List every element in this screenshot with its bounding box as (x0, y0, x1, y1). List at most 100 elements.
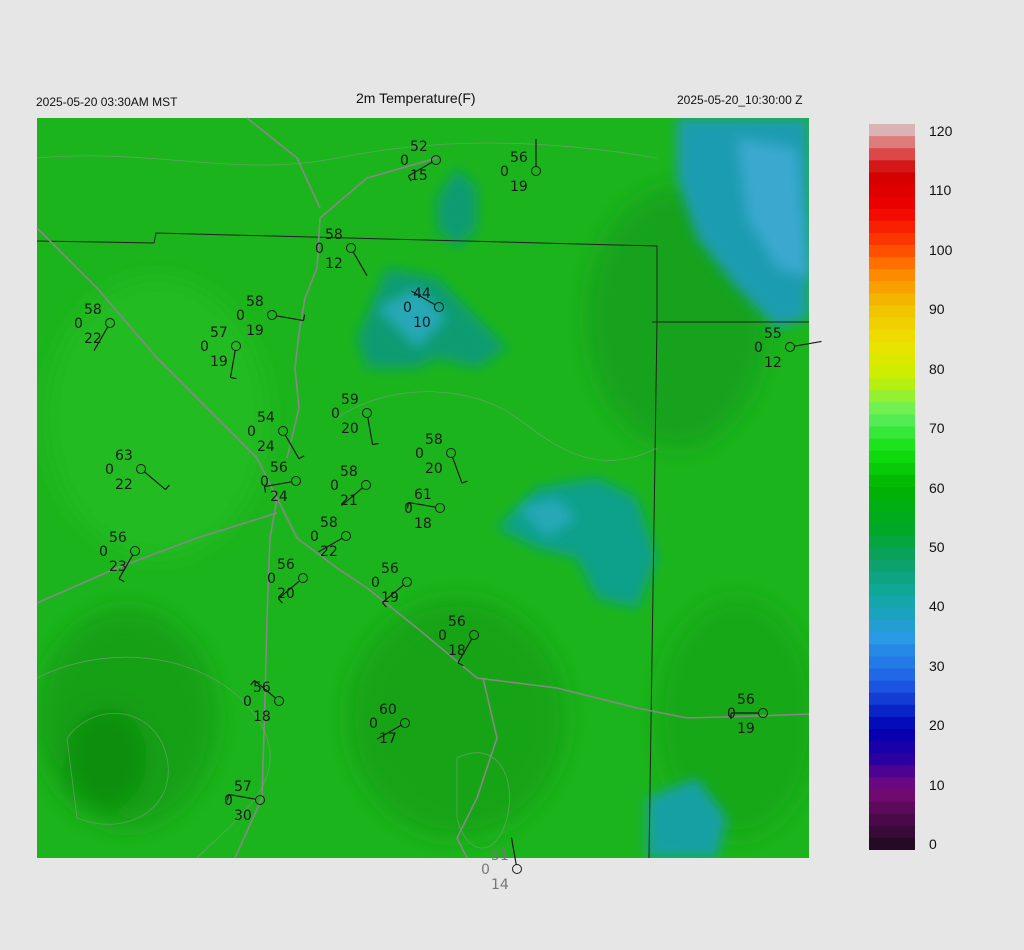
colorbar-swatch (869, 172, 915, 185)
colorbar-swatch (869, 837, 915, 850)
colorbar-swatch (869, 644, 915, 657)
station-temperature: 59 (341, 392, 359, 408)
colorbar-tick-label: 100 (929, 241, 953, 258)
colorbar-swatch (869, 583, 915, 597)
station-temperature: 58 (320, 515, 338, 531)
station-left-value: 0 (403, 300, 412, 316)
station-left-value: 0 (369, 716, 378, 732)
station-dewpoint: 12 (325, 256, 343, 272)
station-dewpoint: 20 (341, 421, 359, 437)
station-left-value: 0 (415, 446, 424, 462)
colorbar-tick-label: 110 (929, 182, 952, 199)
station-dewpoint: 24 (270, 489, 288, 505)
colorbar-tick-label: 60 (929, 479, 945, 496)
station-temperature: 56 (381, 561, 399, 577)
station-dewpoint: 19 (381, 590, 399, 606)
station-dewpoint: 18 (253, 709, 271, 725)
colorbar-swatch (869, 547, 915, 561)
colorbar-swatch (869, 378, 915, 391)
colorbar-tick-label: 80 (929, 360, 945, 377)
station-temperature: 61 (414, 487, 432, 503)
colorbar-swatch (869, 680, 915, 694)
station-dewpoint: 12 (764, 355, 782, 371)
station-left-value: 0 (331, 406, 340, 422)
colorbar-swatch (869, 136, 915, 149)
station-temperature: 56 (510, 150, 528, 166)
colorbar-swatch (869, 390, 915, 403)
colorbar-swatch (869, 765, 915, 778)
colorbar-swatch (869, 474, 915, 488)
station-dewpoint: 23 (109, 559, 127, 575)
colorbar-swatch (869, 196, 915, 210)
station-left-value: 0 (224, 793, 233, 809)
temperature-map: 52 0 15 56 0 19 58 0 12 44 0 10 58 0 19 58 0 22 57 0 19 55 0 12… (36, 117, 822, 893)
station-left-value: 0 (99, 544, 108, 560)
colorbar-swatch (869, 801, 915, 815)
colorbar-swatch (869, 245, 915, 258)
colorbar-swatch (869, 208, 915, 222)
station-left-value: 0 (500, 164, 509, 180)
station-left-value: 0 (247, 424, 256, 440)
station-dewpoint: 14 (491, 877, 509, 893)
station-temperature: 60 (379, 702, 397, 718)
colorbar-swatch (869, 450, 915, 464)
colorbar-swatch (869, 438, 915, 452)
colorbar-swatch (869, 813, 915, 827)
station-left-value: 0 (330, 478, 339, 494)
station-circle (512, 864, 522, 874)
colorbar-swatch (869, 414, 915, 427)
colorbar-swatch (869, 608, 915, 621)
station-temperature: 56 (448, 614, 466, 630)
colorbar-swatch (869, 692, 915, 706)
station-temperature: 52 (410, 139, 428, 155)
station-temperature: 58 (246, 294, 264, 310)
station-dewpoint: 19 (246, 323, 264, 339)
station-temperature: 56 (270, 460, 288, 476)
colorbar-swatch (869, 595, 915, 609)
colorbar-swatch (869, 269, 915, 282)
station-left-value: 0 (727, 706, 736, 722)
colorbar-swatch (869, 160, 915, 173)
colorbar-swatch (869, 729, 915, 742)
temperature-map-svg: 520155601958012440105801958022 5701955012… (36, 117, 822, 893)
station-left-value: 0 (200, 339, 209, 355)
station-dewpoint: 17 (379, 731, 397, 747)
colorbar-tick-label: 50 (929, 538, 945, 555)
colorbar-swatch (869, 341, 915, 355)
colorbar-swatch (869, 232, 915, 246)
station-temperature: 55 (764, 326, 782, 342)
station-left-value: 0 (481, 862, 490, 878)
station-left-value: 0 (260, 474, 269, 490)
station-dewpoint: 15 (410, 168, 428, 184)
station-temperature: 57 (210, 325, 228, 341)
colorbar-swatch (869, 656, 915, 669)
station-temperature: 54 (257, 410, 275, 426)
valid-time-utc: 2025-05-20_10:30:00 Z (677, 93, 803, 107)
colorbar-swatch (869, 366, 915, 379)
station-temperature: 51 (491, 848, 509, 864)
colorbar-swatch (869, 124, 915, 137)
colorbar-swatch (869, 559, 915, 573)
station-dewpoint: 19 (210, 354, 228, 370)
colorbar-swatch (869, 184, 915, 198)
colorbar-tick-label: 120 (929, 123, 953, 139)
colorbar-tick-label: 0 (929, 836, 937, 852)
station-dewpoint: 22 (84, 331, 102, 347)
station-temperature: 63 (115, 448, 133, 464)
colorbar-swatch (869, 753, 915, 766)
colorbar-swatch (869, 317, 915, 331)
station-temperature: 57 (234, 779, 252, 795)
colorbar-tick-label: 40 (929, 598, 945, 615)
colorbar-swatch (869, 329, 915, 343)
station-dewpoint: 21 (340, 493, 358, 509)
colorbar-swatch (869, 305, 915, 319)
colorbar-swatches (869, 124, 915, 850)
colorbar-swatch (869, 487, 915, 500)
colorbar-swatch (869, 148, 915, 161)
station-dewpoint: 20 (277, 586, 295, 602)
colorbar-tick-label: 10 (929, 776, 945, 793)
station-dewpoint: 10 (413, 315, 431, 331)
colorbar-swatch (869, 293, 915, 306)
station-temperature: 56 (737, 692, 755, 708)
colorbar-swatch (869, 825, 915, 839)
